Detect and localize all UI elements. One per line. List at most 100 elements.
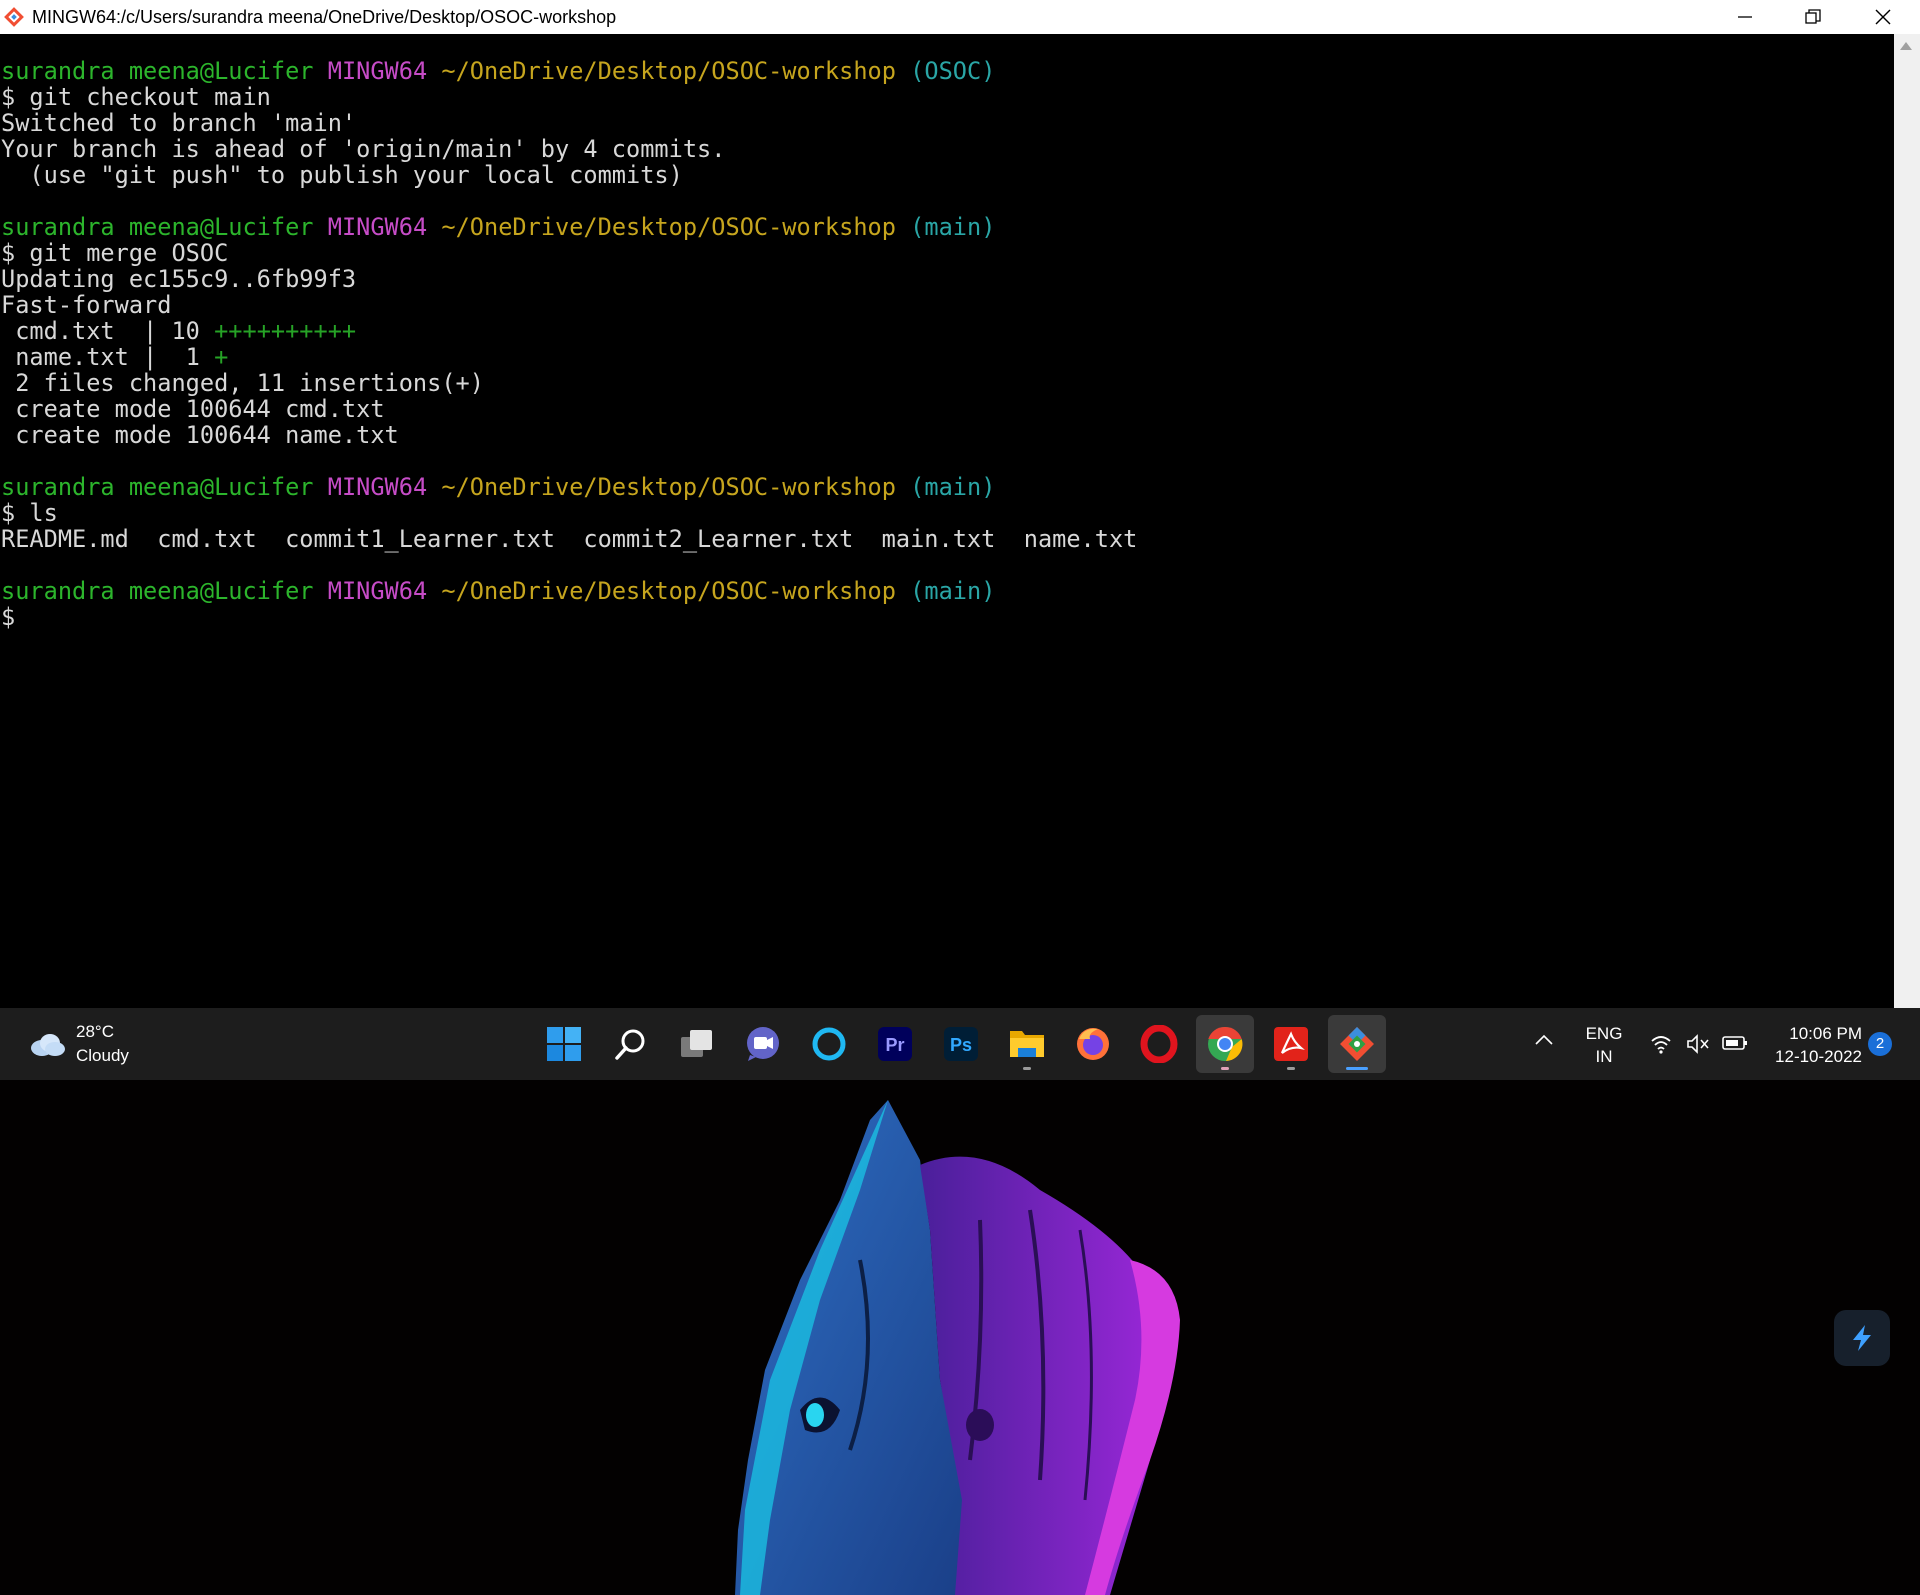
restore-icon: [1805, 9, 1821, 24]
prompt-path: ~/OneDrive/Desktop/OSOC-workshop: [441, 473, 896, 501]
prompt-line: surandra meena@Lucifer MINGW64 ~/OneDriv…: [1, 214, 1137, 240]
firefox-button[interactable]: [1064, 1015, 1122, 1073]
cloud-icon: [31, 1034, 65, 1056]
diffstat-file: cmd.txt | 10: [1, 317, 215, 345]
command-line: $ git merge OSOC: [1, 239, 229, 267]
output-line: (use "git push" to publish your local co…: [1, 161, 683, 189]
opera-button[interactable]: [1130, 1015, 1188, 1073]
command-line: $ git checkout main: [1, 83, 271, 111]
file-explorer-button[interactable]: [998, 1015, 1056, 1073]
taskbar-clock[interactable]: 10:06 PM 12-10-2022: [1752, 1022, 1862, 1068]
output-line: README.md cmd.txt commit1_Learner.txt co…: [1, 525, 1138, 553]
weather-temp: 28°C: [76, 1022, 114, 1041]
diffstat-plus: ++++++++++: [214, 317, 357, 345]
wifi-icon[interactable]: [1650, 1034, 1672, 1054]
prompt-branch: (main): [910, 577, 996, 605]
minimize-button[interactable]: [1710, 0, 1780, 34]
photoshop-icon: Ps: [944, 1027, 978, 1061]
prompt-env: MINGW64: [327, 213, 428, 241]
chevron-up-icon[interactable]: [1534, 1032, 1554, 1046]
opera-icon: [1140, 1025, 1178, 1063]
prompt-branch: (main): [910, 213, 996, 241]
desktop-background: [0, 1080, 1920, 1595]
widget-launcher-button[interactable]: [1834, 1310, 1890, 1366]
acrobat-icon: [1274, 1027, 1308, 1061]
taskbar: 28°C Cloudy Pr Ps ENG IN 10:06 PM 12-10-…: [0, 1008, 1920, 1080]
git-bash-app-icon: [4, 7, 24, 27]
diffstat-line: cmd.txt | 10 ++++++++++: [1, 318, 1137, 344]
output-line: Switched to branch 'main': [1, 109, 357, 137]
output-line: 2 files changed, 11 insertions(+): [1, 369, 484, 397]
prompt-path: ~/OneDrive/Desktop/OSOC-workshop: [441, 213, 896, 241]
prompt-line: surandra meena@Lucifer MINGW64 ~/OneDriv…: [1, 578, 1137, 604]
weather-condition: Cloudy: [76, 1046, 129, 1065]
command-input-line[interactable]: $: [1, 604, 1137, 630]
volume-muted-icon[interactable]: [1686, 1034, 1710, 1054]
restore-button[interactable]: [1778, 0, 1848, 34]
premiere-pro-button[interactable]: Pr: [866, 1015, 924, 1073]
lightning-widget-icon: [1853, 1325, 1871, 1351]
window-title: MINGW64:/c/Users/surandra meena/OneDrive…: [32, 7, 617, 27]
diffstat-file: name.txt | 1: [1, 343, 215, 371]
output-line: Your branch is ahead of 'origin/main' by…: [1, 135, 726, 163]
terminal-scrollbar[interactable]: [1894, 34, 1920, 1008]
close-icon: [1875, 9, 1891, 25]
acrobat-button[interactable]: [1262, 1015, 1320, 1073]
prompt-env: MINGW64: [327, 473, 428, 501]
window-titlebar[interactable]: MINGW64:/c/Users/surandra meena/OneDrive…: [0, 0, 1920, 34]
weather-widget[interactable]: 28°C Cloudy: [28, 1020, 129, 1068]
prompt-path: ~/OneDrive/Desktop/OSOC-workshop: [441, 57, 896, 85]
search-button[interactable]: [602, 1015, 660, 1073]
prompt-user: surandra meena@Lucifer: [1, 473, 314, 501]
output-line: create mode 100644 name.txt: [1, 421, 399, 449]
prompt-env: MINGW64: [327, 57, 428, 85]
search-icon: [615, 1029, 645, 1060]
prompt-branch: (OSOC): [910, 57, 996, 85]
clock-time: 10:06 PM: [1789, 1024, 1862, 1043]
diffstat-line: name.txt | 1 +: [1, 344, 1137, 370]
running-indicator: [1287, 1067, 1295, 1070]
teams-chat-button[interactable]: [734, 1015, 792, 1073]
cortana-button[interactable]: [800, 1015, 858, 1073]
output-line: Updating ec155c9..6fb99f3: [1, 265, 357, 293]
chrome-icon: [1208, 1026, 1243, 1061]
prompt-line: surandra meena@Lucifer MINGW64 ~/OneDriv…: [1, 474, 1137, 500]
git-bash-icon: [1340, 1027, 1374, 1061]
close-button[interactable]: [1848, 0, 1918, 34]
prompt-user: surandra meena@Lucifer: [1, 57, 314, 85]
groot-wallpaper: [735, 1100, 1180, 1595]
prompt-user: surandra meena@Lucifer: [1, 577, 314, 605]
terminal-console[interactable]: surandra meena@Lucifer MINGW64 ~/OneDriv…: [0, 34, 1894, 1008]
teams-chat-icon: [747, 1027, 779, 1061]
photoshop-button[interactable]: Ps: [932, 1015, 990, 1073]
scroll-up-icon[interactable]: [1900, 42, 1912, 50]
task-view-button[interactable]: [668, 1015, 726, 1073]
notification-badge[interactable]: 2: [1868, 1032, 1892, 1056]
command-line: $ ls: [1, 499, 58, 527]
prompt-env: MINGW64: [327, 577, 428, 605]
cortana-icon: [812, 1027, 846, 1061]
running-indicator: [1023, 1067, 1031, 1070]
task-view-icon: [681, 1030, 712, 1057]
git-bash-button[interactable]: [1328, 1015, 1386, 1073]
output-line: Fast-forward: [1, 291, 172, 319]
clock-date: 12-10-2022: [1775, 1047, 1862, 1066]
chrome-button[interactable]: [1196, 1015, 1254, 1073]
prompt-line: surandra meena@Lucifer MINGW64 ~/OneDriv…: [1, 58, 1137, 84]
premiere-pro-label: Pr: [885, 1035, 904, 1055]
start-button[interactable]: [535, 1015, 593, 1073]
prompt-branch: (main): [910, 473, 996, 501]
prompt-user: surandra meena@Lucifer: [1, 213, 314, 241]
running-indicator: [1221, 1067, 1229, 1070]
running-indicator: [1346, 1067, 1368, 1070]
start-icon: [547, 1027, 581, 1061]
battery-icon[interactable]: [1722, 1034, 1748, 1052]
output-line: create mode 100644 cmd.txt: [1, 395, 385, 423]
diffstat-plus: +: [214, 343, 229, 371]
language-indicator[interactable]: ENG IN: [1584, 1022, 1624, 1068]
region-code: IN: [1595, 1047, 1613, 1066]
photoshop-label: Ps: [950, 1035, 972, 1055]
